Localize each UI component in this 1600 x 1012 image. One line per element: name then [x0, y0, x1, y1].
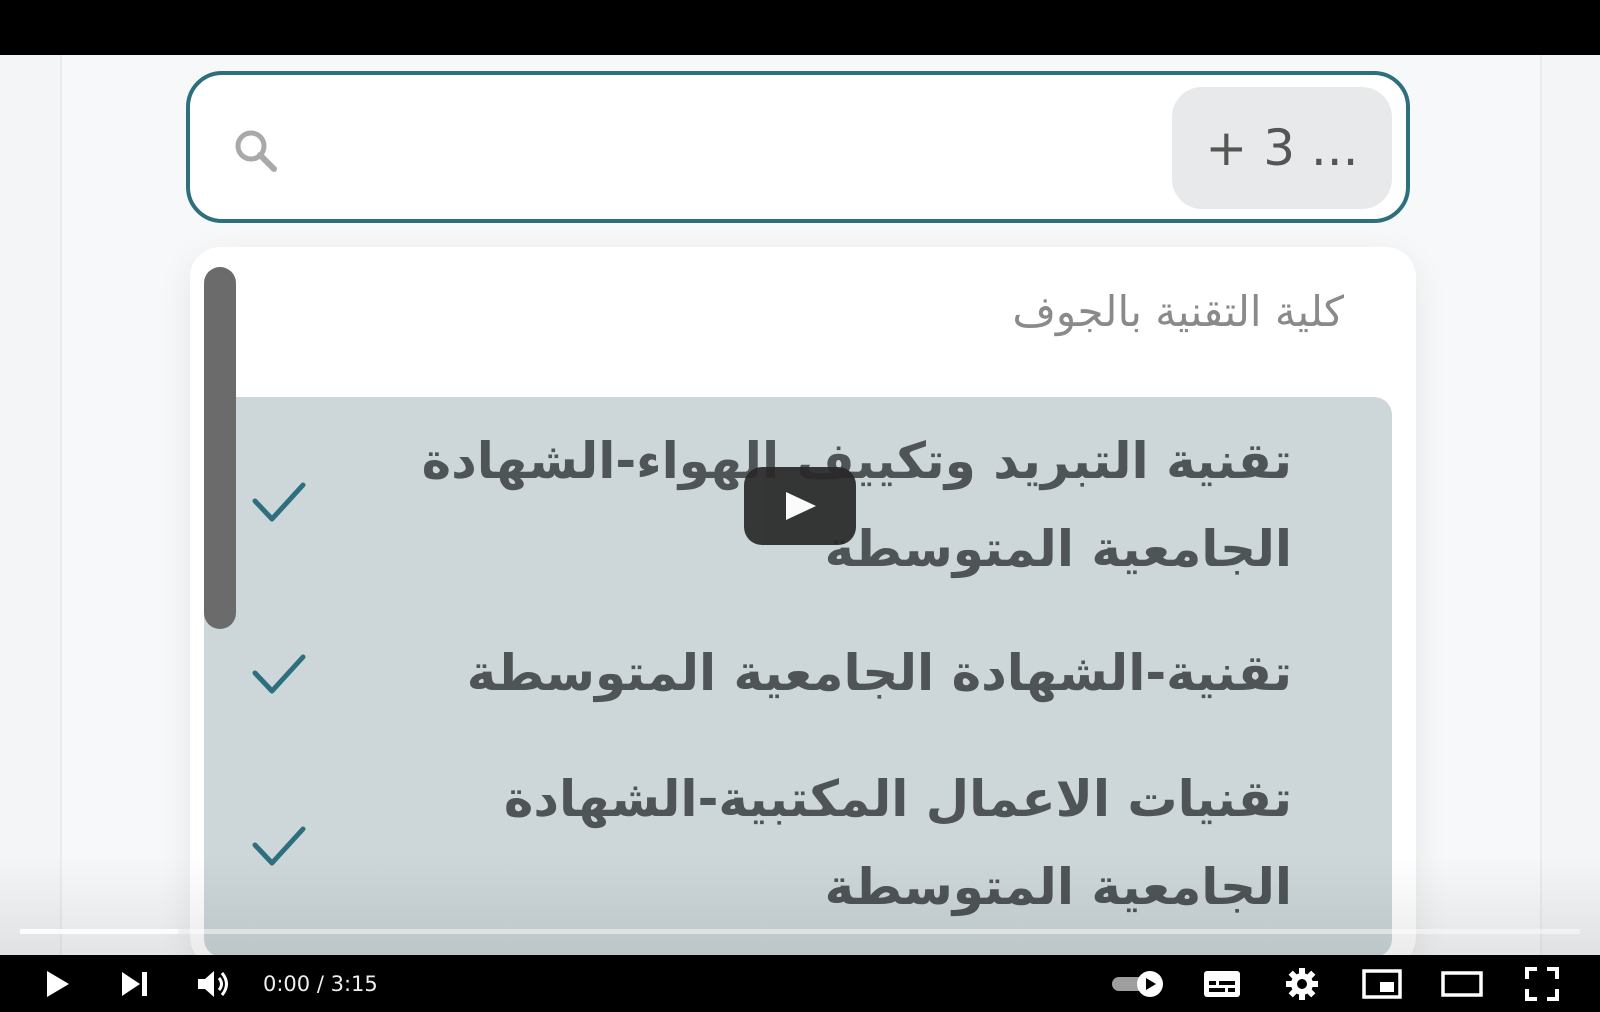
play-icon	[47, 970, 69, 997]
time-display: 0:00 / 3:15	[263, 971, 378, 996]
subtitles-button[interactable]	[1198, 955, 1246, 1012]
check-icon	[252, 654, 306, 694]
large-play-button[interactable]	[744, 467, 856, 545]
subtitles-icon	[1204, 970, 1240, 997]
dropdown-list[interactable]: كلية التقنية بالجوف تقنية التبريد وتكييف…	[190, 247, 1416, 955]
settings-button[interactable]	[1278, 955, 1326, 1012]
list-item[interactable]: تقنية-الشهادة الجامعية المتوسطة	[204, 625, 1392, 755]
volume-button[interactable]	[190, 955, 238, 1012]
next-icon	[122, 971, 147, 996]
fullscreen-button[interactable]	[1518, 955, 1566, 1012]
progress-bar[interactable]	[20, 929, 1580, 934]
miniplayer-icon	[1362, 968, 1402, 999]
video-top-bar	[0, 0, 1600, 55]
miniplayer-button[interactable]	[1358, 955, 1406, 1012]
fullscreen-icon	[1525, 966, 1559, 1001]
controls-gradient	[0, 855, 1600, 955]
option-label: تقنية-الشهادة الجامعية المتوسطة	[466, 644, 1292, 702]
autoplay-toggle[interactable]	[1108, 955, 1168, 1012]
option-group-label: كلية التقنية بالجوف	[1012, 287, 1344, 336]
scrollbar-thumb[interactable]	[204, 267, 236, 629]
settings-icon	[1286, 967, 1318, 1000]
theater-mode-icon	[1441, 970, 1483, 997]
play-icon	[786, 492, 816, 520]
selected-count-chip[interactable]: + 3 ...	[1172, 87, 1392, 209]
multi-select-search-box[interactable]: + 3 ...	[186, 71, 1410, 223]
next-button[interactable]	[112, 955, 158, 1012]
search-icon	[235, 130, 277, 172]
autoplay-toggle-icon	[1112, 970, 1163, 997]
volume-icon	[198, 970, 228, 997]
player-controls-bar: 0:00 / 3:15	[0, 955, 1600, 1012]
theater-mode-button[interactable]	[1436, 955, 1488, 1012]
play-button[interactable]	[36, 955, 80, 1012]
progress-buffered	[20, 929, 178, 934]
check-icon	[252, 482, 306, 522]
